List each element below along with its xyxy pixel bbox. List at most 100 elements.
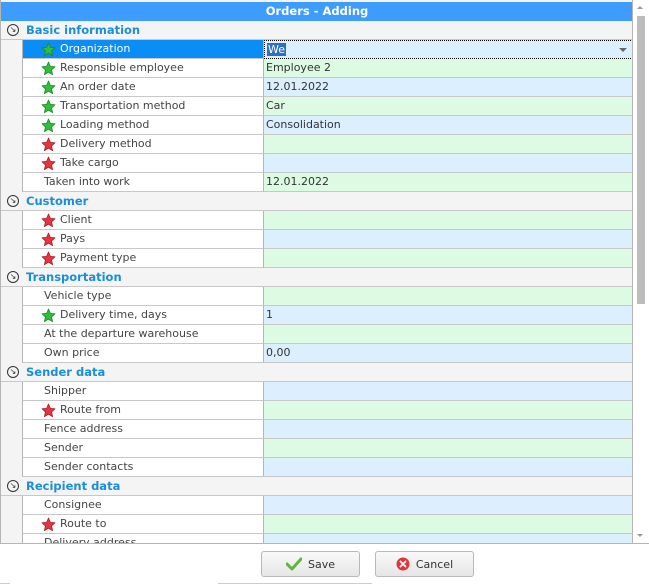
property-value-field[interactable] (264, 154, 632, 173)
dropdown-arrow-icon[interactable] (619, 48, 627, 52)
property-value-field[interactable]: 12.01.2022 (264, 173, 632, 192)
property-row-route-to[interactable]: Route to (1, 515, 632, 534)
property-row-loading-method[interactable]: Loading method Consolidation (1, 116, 632, 135)
property-name-cell[interactable]: At the departure warehouse (22, 325, 264, 344)
collapse-group-icon[interactable]: ↘ (7, 24, 19, 36)
property-value-field[interactable]: 1 (264, 306, 632, 325)
property-row-sender-contacts[interactable]: Sender contacts (1, 458, 632, 477)
property-row-pays[interactable]: Pays (1, 230, 632, 249)
property-name-cell[interactable]: Vehicle type (22, 287, 264, 306)
property-name-cell[interactable]: Route to (22, 515, 264, 534)
property-row-vehicle-type[interactable]: Vehicle type (1, 287, 632, 306)
property-name-cell[interactable]: Own price (22, 344, 264, 363)
property-value-field[interactable] (264, 325, 632, 344)
property-row-fence-address[interactable]: Fence address (1, 420, 632, 439)
property-row-responsible-employee[interactable]: Responsible employee Employee 2 (1, 59, 632, 78)
collapse-group-icon[interactable]: ↘ (7, 480, 19, 492)
property-value-field[interactable] (264, 211, 632, 230)
row-gutter (1, 439, 22, 458)
property-value-field[interactable] (264, 534, 632, 543)
collapse-group-icon[interactable]: ↘ (7, 366, 19, 378)
group-recipient-data[interactable]: ↘ Recipient data (1, 477, 632, 496)
property-row-client[interactable]: Client (1, 211, 632, 230)
property-value-field[interactable] (264, 420, 632, 439)
filled-required-star-icon (41, 61, 56, 76)
property-name-cell[interactable]: Organization (22, 40, 264, 59)
property-row-delivery-address[interactable]: Delivery address (1, 534, 632, 543)
property-row-shipper[interactable]: Shipper (1, 382, 632, 401)
property-name-cell[interactable]: Delivery address (22, 534, 264, 543)
property-value-field[interactable] (264, 230, 632, 249)
property-value-field[interactable] (264, 135, 632, 154)
group-transportation[interactable]: ↘ Transportation (1, 268, 632, 287)
row-gutter (1, 534, 22, 543)
cancel-label: Cancel (415, 557, 454, 571)
property-value-field[interactable]: 12.01.2022 (264, 78, 632, 97)
property-name-cell[interactable]: Client (22, 211, 264, 230)
collapse-group-icon[interactable]: ↘ (7, 271, 19, 283)
property-name-cell[interactable]: Shipper (22, 382, 264, 401)
property-row-consignee[interactable]: Consignee (1, 496, 632, 515)
property-value-field[interactable]: Car (264, 97, 632, 116)
property-row-organization[interactable]: Organization We (1, 40, 632, 59)
property-row-at-the-departure-warehouse[interactable]: At the departure warehouse (1, 325, 632, 344)
scrollbar-thumb[interactable] (637, 16, 645, 304)
property-name-cell[interactable]: Payment type (22, 249, 264, 268)
property-name-cell[interactable]: Taken into work (22, 173, 264, 192)
property-label: Loading method (60, 118, 150, 131)
property-name-cell[interactable]: Sender (22, 439, 264, 458)
property-name-cell[interactable]: Delivery method (22, 135, 264, 154)
property-row-payment-type[interactable]: Payment type (1, 249, 632, 268)
property-value-field[interactable] (264, 496, 632, 515)
scroll-down-arrow-icon[interactable] (637, 534, 643, 537)
required-star-icon (41, 403, 56, 418)
property-name-cell[interactable]: Delivery time, days (22, 306, 264, 325)
scroll-up-arrow-icon[interactable] (637, 6, 643, 9)
property-name-cell[interactable]: Sender contacts (22, 458, 264, 477)
property-value-field[interactable] (264, 515, 632, 534)
property-row-own-price[interactable]: Own price 0,00 (1, 344, 632, 363)
row-gutter (1, 97, 22, 116)
save-button[interactable]: Save (261, 551, 360, 577)
property-name-cell[interactable]: Route from (22, 401, 264, 420)
collapse-group-icon[interactable]: ↘ (7, 195, 19, 207)
row-gutter (1, 382, 22, 401)
property-row-delivery-time-days[interactable]: Delivery time, days 1 (1, 306, 632, 325)
property-row-route-from[interactable]: Route from (1, 401, 632, 420)
property-name-cell[interactable]: An order date (22, 78, 264, 97)
property-row-take-cargo[interactable]: Take cargo (1, 154, 632, 173)
vertical-scrollbar[interactable] (633, 0, 649, 544)
property-value-field[interactable]: Consolidation (264, 116, 632, 135)
property-name-cell[interactable]: Fence address (22, 420, 264, 439)
property-name-cell[interactable]: Consignee (22, 496, 264, 515)
property-row-an-order-date[interactable]: An order date 12.01.2022 (1, 78, 632, 97)
property-row-taken-into-work[interactable]: Taken into work 12.01.2022 (1, 173, 632, 192)
property-value-field[interactable]: We (264, 40, 632, 59)
property-value-field[interactable] (264, 287, 632, 306)
property-name-cell[interactable]: Take cargo (22, 154, 264, 173)
property-value-field[interactable]: 0,00 (264, 344, 632, 363)
row-gutter (1, 40, 22, 59)
row-gutter (1, 496, 22, 515)
cancel-button[interactable]: Cancel (375, 551, 474, 577)
property-name-cell[interactable]: Pays (22, 230, 264, 249)
property-value-field[interactable] (264, 249, 632, 268)
property-row-sender[interactable]: Sender (1, 439, 632, 458)
property-row-transportation-method[interactable]: Transportation method Car (1, 97, 632, 116)
group-sender-data[interactable]: ↘ Sender data (1, 363, 632, 382)
property-value-field[interactable] (264, 458, 632, 477)
property-name-cell[interactable]: Loading method (22, 116, 264, 135)
group-customer[interactable]: ↘ Customer (1, 192, 632, 211)
property-name-cell[interactable]: Transportation method (22, 97, 264, 116)
property-value: Car (266, 99, 285, 112)
property-row-delivery-method[interactable]: Delivery method (1, 135, 632, 154)
property-value-field[interactable]: Employee 2 (264, 59, 632, 78)
property-label: Payment type (60, 251, 137, 264)
property-value-field[interactable] (264, 382, 632, 401)
property-value-field[interactable] (264, 401, 632, 420)
property-grid: Orders - Adding ↘ Basic information Organi… (0, 0, 633, 544)
property-value-field[interactable] (264, 439, 632, 458)
group-basic-information[interactable]: ↘ Basic information (1, 21, 632, 40)
property-name-cell[interactable]: Responsible employee (22, 59, 264, 78)
filled-required-star-icon (41, 118, 56, 133)
